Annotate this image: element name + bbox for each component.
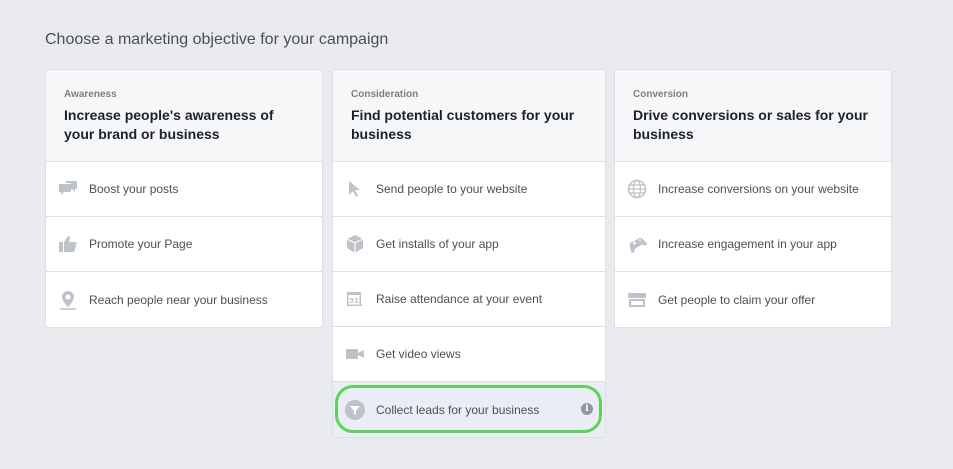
objective-label: Collect leads for your business	[376, 402, 540, 417]
objective-app-engagement[interactable]: Increase engagement in your app	[615, 217, 891, 272]
column-title: Find potential customers for your busine…	[351, 107, 575, 142]
column-header: Consideration Find potential customers f…	[333, 70, 605, 162]
objective-offer-claims[interactable]: Get people to claim your offer	[615, 272, 891, 327]
objective-label: Get video views	[376, 347, 461, 361]
column-title: Increase people's awareness of your bran…	[64, 107, 274, 142]
objective-website-traffic[interactable]: Send people to your website	[333, 162, 605, 217]
objective-app-installs[interactable]: Get installs of your app	[333, 217, 605, 272]
objective-label: Boost your posts	[89, 182, 179, 196]
cursor-icon	[345, 179, 365, 199]
conversion-column: Conversion Drive conversions or sales fo…	[614, 69, 892, 328]
objective-promote-page[interactable]: Promote your Page	[46, 217, 322, 272]
gamepad-icon	[627, 234, 647, 254]
objective-label: Get installs of your app	[376, 237, 499, 251]
video-camera-icon	[345, 344, 365, 364]
column-category: Conversion	[633, 89, 689, 100]
column-header: Conversion Drive conversions or sales fo…	[615, 70, 891, 162]
calendar-icon: 31	[345, 289, 365, 309]
consideration-column: Consideration Find potential customers f…	[332, 69, 606, 438]
column-category: Awareness	[64, 89, 117, 100]
objective-label: Raise attendance at your event	[376, 292, 543, 306]
objective-label: Get people to claim your offer	[658, 292, 816, 307]
box-icon	[345, 234, 365, 254]
objective-boost-posts[interactable]: Boost your posts	[46, 162, 322, 217]
column-title: Drive conversions or sales for your busi…	[633, 107, 868, 142]
awareness-column: Awareness Increase people's awareness of…	[45, 69, 323, 328]
column-category: Consideration	[351, 89, 419, 100]
column-header: Awareness Increase people's awareness of…	[46, 70, 322, 162]
map-pin-icon	[58, 290, 78, 310]
globe-icon	[627, 179, 647, 199]
objective-label: Send people to your website	[376, 182, 528, 196]
objective-reach-nearby[interactable]: Reach people near your business	[46, 272, 322, 327]
objective-label: Promote your Page	[89, 237, 193, 251]
info-icon[interactable]: i	[581, 403, 593, 415]
objective-label: Increase engagement in your app	[658, 237, 837, 251]
page-title: Choose a marketing objective for your ca…	[45, 31, 389, 48]
objective-label: Increase conversions on your website	[658, 182, 859, 196]
chat-bubbles-icon	[58, 179, 78, 199]
storefront-icon	[627, 290, 647, 310]
objective-lead-generation[interactable]: Collect leads for your business i	[333, 382, 605, 437]
objective-video-views[interactable]: Get video views	[333, 327, 605, 382]
funnel-icon	[345, 399, 365, 420]
objective-event-responses[interactable]: 31 Raise attendance at your event	[333, 272, 605, 327]
objective-conversions[interactable]: Increase conversions on your website	[615, 162, 891, 217]
thumbs-up-icon	[58, 234, 78, 254]
calendar-icon-number: 31	[349, 297, 359, 305]
objective-label: Reach people near your business	[89, 292, 268, 307]
